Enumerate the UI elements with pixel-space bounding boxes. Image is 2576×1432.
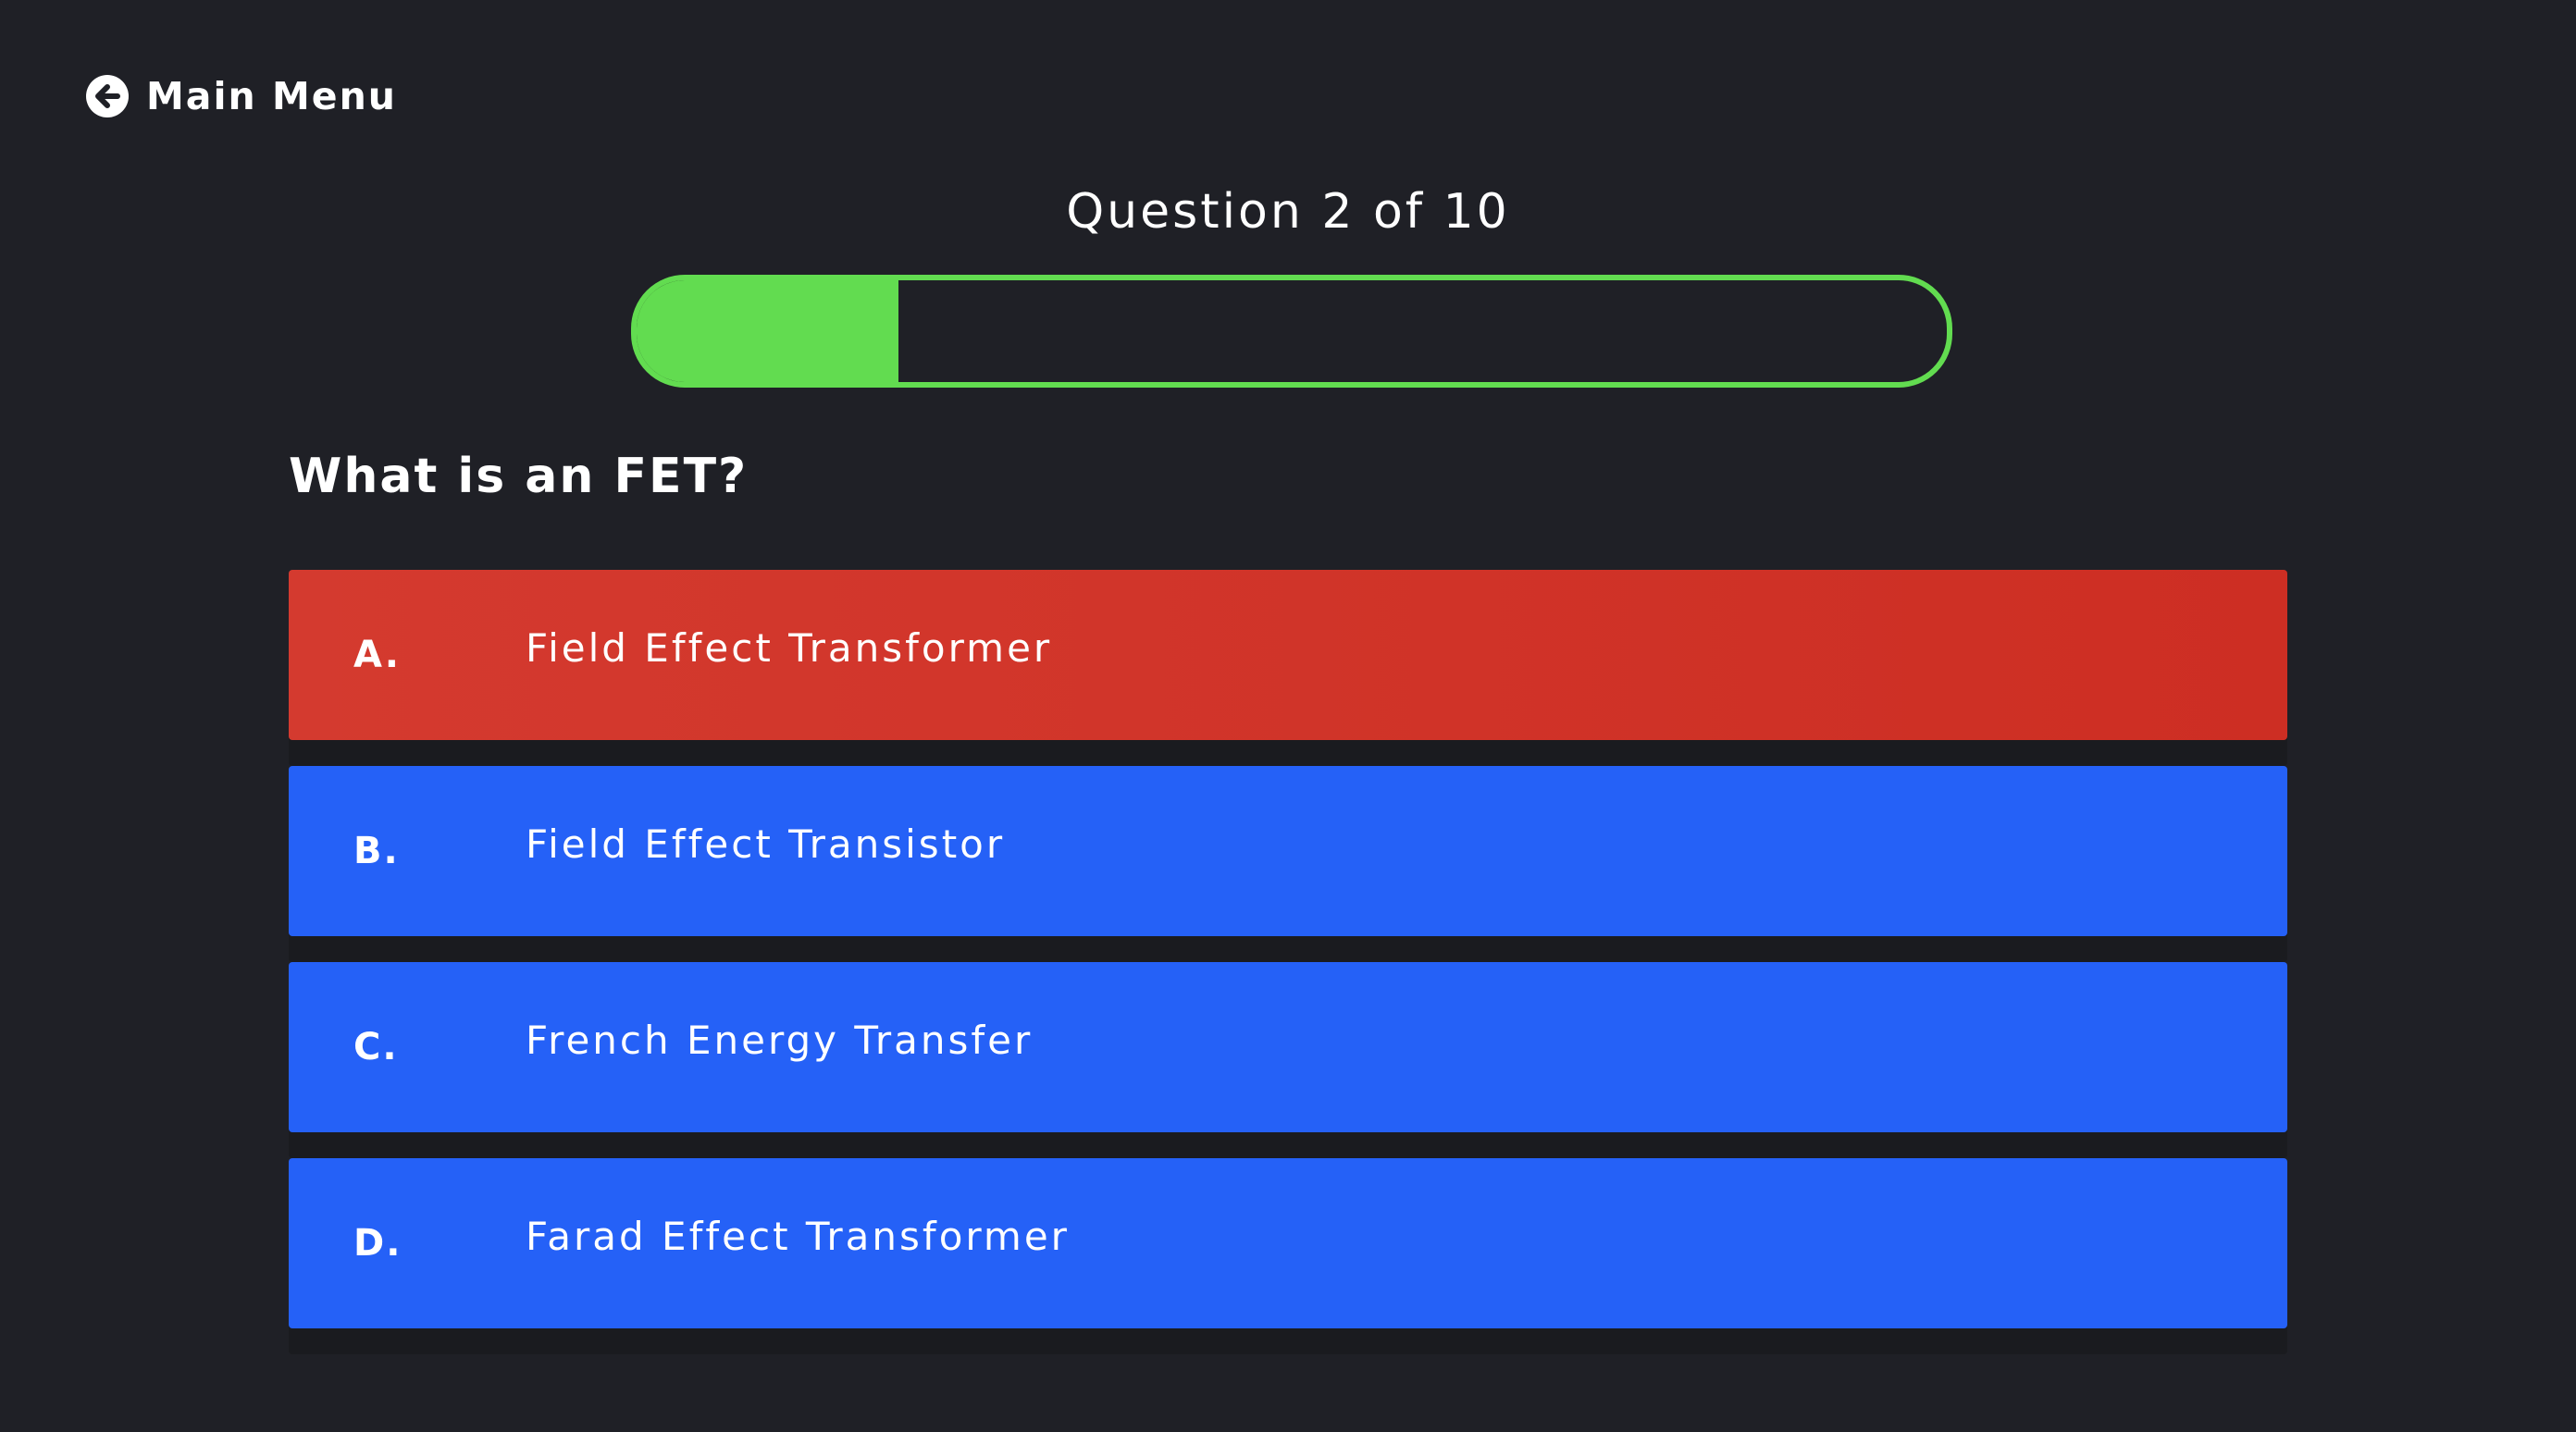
quiz-screen: Main Menu Question 2 of 10 What is an FE… [0, 0, 2576, 1432]
answer-letter: D. [353, 1222, 402, 1265]
main-menu-button[interactable]: Main Menu [85, 70, 397, 122]
answer-letter: C. [353, 1026, 399, 1068]
answer-option-c[interactable]: C. French Energy Transfer [289, 962, 2287, 1132]
progress-bar [631, 275, 1952, 388]
answer-text: Farad Effect Transformer [526, 1214, 1070, 1259]
answer-list: A. Field Effect Transformer B. Field Eff… [289, 570, 2287, 1354]
answer-text: French Energy Transfer [526, 1018, 1034, 1063]
answer-option-d[interactable]: D. Farad Effect Transformer [289, 1158, 2287, 1328]
main-menu-label: Main Menu [146, 74, 397, 118]
question-text: What is an FET? [289, 449, 749, 504]
arrow-left-circle-icon [86, 75, 129, 117]
answer-letter: B. [353, 830, 400, 872]
answer-option-a[interactable]: A. Field Effect Transformer [289, 570, 2287, 740]
answer-text: Field Effect Transformer [526, 625, 1053, 671]
question-counter: Question 2 of 10 [1066, 184, 1510, 240]
answer-letter: A. [353, 634, 401, 676]
answer-option-b[interactable]: B. Field Effect Transistor [289, 766, 2287, 936]
answer-text: Field Effect Transistor [526, 821, 1006, 867]
progress-bar-fill [637, 280, 899, 382]
